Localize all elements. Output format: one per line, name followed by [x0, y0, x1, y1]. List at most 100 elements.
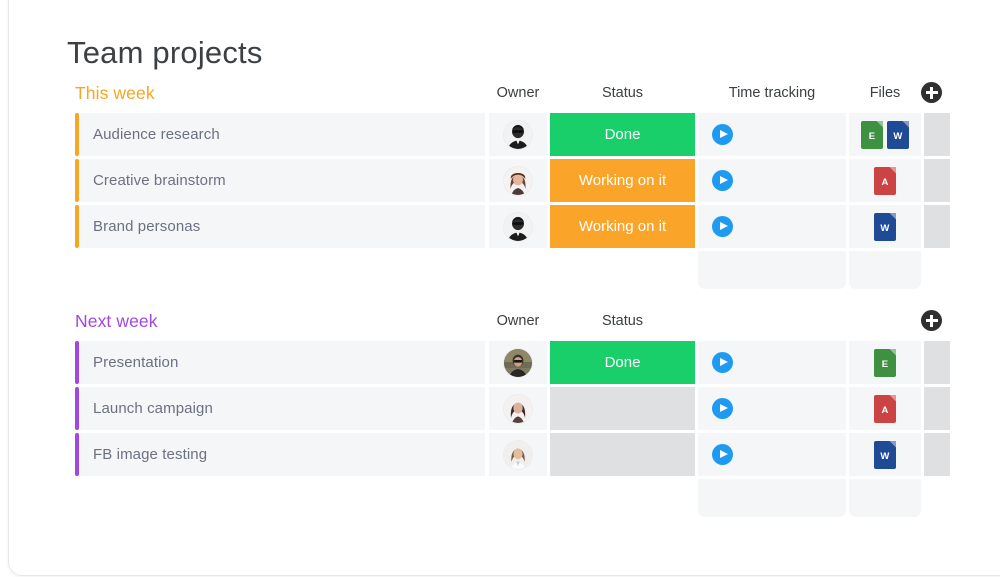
task-name-cell[interactable]: Brand personas [79, 205, 485, 248]
time-tracking-cell[interactable] [698, 433, 846, 476]
status-cell[interactable]: Working on it [550, 205, 695, 248]
play-icon[interactable] [712, 444, 733, 465]
column-header-owner: Owner [496, 313, 540, 329]
status-badge[interactable]: Done [550, 341, 695, 384]
avatar[interactable] [504, 212, 532, 241]
owner-cell[interactable] [489, 387, 547, 430]
status-cell[interactable]: Done [550, 113, 695, 156]
play-icon[interactable] [712, 170, 733, 191]
page-title: Team projects [67, 35, 263, 70]
task-name-cell[interactable]: Audience research [79, 113, 485, 156]
files-cell[interactable]: W [849, 205, 921, 248]
file-chip-acrobat[interactable]: A [874, 166, 896, 195]
extra-column-cell[interactable] [924, 159, 950, 202]
extra-column-cell[interactable] [924, 113, 950, 156]
table-row[interactable]: Brand personas Working on it W [67, 205, 997, 248]
summary-time-tracking-cell[interactable] [698, 251, 846, 289]
avatar[interactable] [504, 440, 532, 469]
owner-cell[interactable] [489, 113, 547, 156]
file-corner-fold [889, 440, 896, 448]
column-header-files: Files [869, 85, 901, 101]
table-row[interactable]: Launch campaign A [67, 387, 997, 430]
status-badge[interactable]: Working on it [550, 205, 695, 248]
board-card: Team projects This week Owner Status Tim… [8, 0, 1000, 576]
file-chip-label: W [893, 130, 903, 142]
file-chip-word[interactable]: W [887, 120, 909, 149]
task-name-label: Brand personas [93, 218, 201, 235]
summary-files-cell[interactable] [849, 479, 921, 517]
section-title[interactable]: This week [75, 83, 155, 104]
owner-cell[interactable] [489, 433, 547, 476]
owner-cell[interactable] [489, 205, 547, 248]
time-tracking-cell[interactable] [698, 205, 846, 248]
file-corner-fold [889, 394, 896, 402]
file-corner-fold [876, 120, 883, 128]
file-chip-label: E [868, 130, 876, 142]
extra-column-cell[interactable] [924, 387, 950, 430]
play-icon[interactable] [712, 398, 733, 419]
task-name-cell[interactable]: FB image testing [79, 433, 485, 476]
table-row[interactable]: Audience research Done E W [67, 113, 997, 156]
add-column-icon[interactable] [921, 82, 942, 103]
row-group: Audience research Done E W Creative brai… [67, 113, 997, 248]
time-tracking-cell[interactable] [698, 113, 846, 156]
status-cell[interactable] [550, 433, 695, 476]
play-icon[interactable] [712, 352, 733, 373]
column-header-owner: Owner [496, 85, 540, 101]
file-corner-fold [889, 212, 896, 220]
task-name-cell[interactable]: Presentation [79, 341, 485, 384]
column-header-status: Status [601, 85, 644, 101]
section-this-week: This week Owner Status Time tracking Fil… [67, 82, 997, 289]
play-icon[interactable] [712, 124, 733, 145]
files-cell[interactable]: W [849, 433, 921, 476]
avatar[interactable] [504, 394, 532, 423]
task-name-label: Launch campaign [93, 400, 213, 417]
file-chip-excel[interactable]: E [874, 348, 896, 377]
status-badge[interactable]: Done [550, 113, 695, 156]
summary-row [67, 479, 997, 517]
task-name-cell[interactable]: Launch campaign [79, 387, 485, 430]
avatar[interactable] [504, 120, 532, 149]
summary-files-cell[interactable] [849, 251, 921, 289]
extra-column-cell[interactable] [924, 341, 950, 384]
avatar[interactable] [504, 348, 532, 377]
status-cell[interactable]: Done [550, 341, 695, 384]
status-badge[interactable] [550, 387, 695, 430]
file-chip-word[interactable]: W [874, 212, 896, 241]
extra-column-cell[interactable] [924, 433, 950, 476]
time-tracking-cell[interactable] [698, 387, 846, 430]
task-name-label: Presentation [93, 354, 179, 371]
files-cell[interactable]: A [849, 159, 921, 202]
file-chip-label: A [881, 404, 889, 416]
status-badge[interactable]: Working on it [550, 159, 695, 202]
files-cell[interactable]: E [849, 341, 921, 384]
owner-cell[interactable] [489, 341, 547, 384]
summary-time-tracking-cell[interactable] [698, 479, 846, 517]
task-name-label: Creative brainstorm [93, 172, 226, 189]
status-cell[interactable] [550, 387, 695, 430]
status-badge[interactable] [550, 433, 695, 476]
file-chip-label: W [880, 222, 890, 234]
owner-cell[interactable] [489, 159, 547, 202]
row-group: Presentation Done E Launch campaign A FB… [67, 341, 997, 476]
table-row[interactable]: FB image testing W [67, 433, 997, 476]
files-cell[interactable]: E W [849, 113, 921, 156]
file-chip-word[interactable]: W [874, 440, 896, 469]
play-icon[interactable] [712, 216, 733, 237]
column-header-status: Status [601, 313, 644, 329]
board-inner: Team projects This week Owner Status Tim… [9, 0, 1000, 577]
table-row[interactable]: Creative brainstorm Working on it A [67, 159, 997, 202]
extra-column-cell[interactable] [924, 205, 950, 248]
file-chip-excel[interactable]: E [861, 120, 883, 149]
table-row[interactable]: Presentation Done E [67, 341, 997, 384]
time-tracking-cell[interactable] [698, 159, 846, 202]
status-cell[interactable]: Working on it [550, 159, 695, 202]
avatar[interactable] [504, 166, 532, 195]
task-name-cell[interactable]: Creative brainstorm [79, 159, 485, 202]
file-chip-acrobat[interactable]: A [874, 394, 896, 423]
add-column-icon[interactable] [921, 310, 942, 331]
files-cell[interactable]: A [849, 387, 921, 430]
file-chip-label: W [880, 450, 890, 462]
time-tracking-cell[interactable] [698, 341, 846, 384]
section-title[interactable]: Next week [75, 311, 158, 332]
